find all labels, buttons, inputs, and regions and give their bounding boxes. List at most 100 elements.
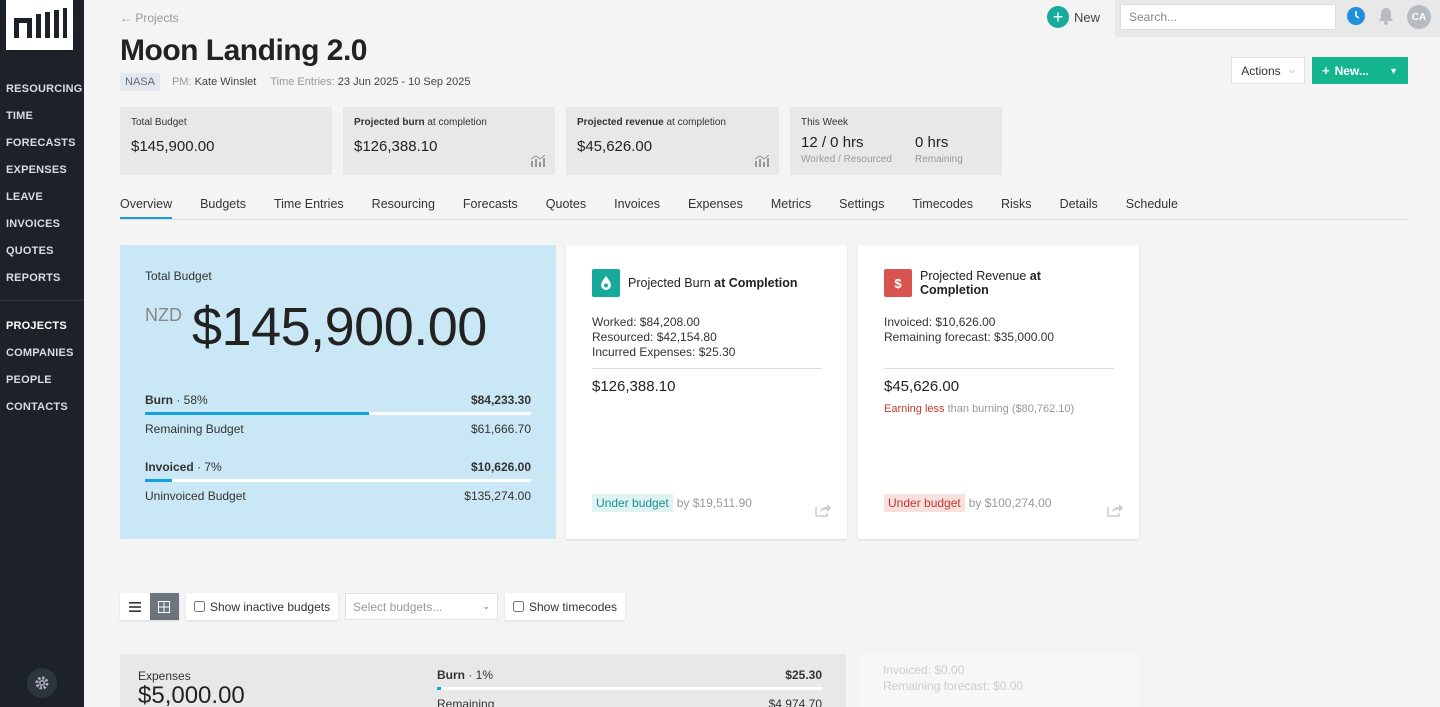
nav-item-reports[interactable]: REPORTS [0,265,84,292]
nav-item-resourcing[interactable]: RESOURCING [0,76,84,103]
show-inactive-budgets-toggle[interactable]: Show inactive budgets [186,593,339,620]
tab-timecodes[interactable]: Timecodes [912,197,973,219]
chevron-down-icon: ⌄ [482,601,490,611]
budget-amount: $145,900.00 [192,297,487,357]
expenses-revenue-card: Invoiced: $0.00 Remaining forecast: $0.0… [858,654,1139,707]
tile-this-week: This Week 12 / 0 hrs Worked / Resourced … [790,107,1002,175]
pm-name: Kate Winslet [194,76,257,88]
show-inactive-checkbox[interactable] [194,601,205,612]
tab-expenses[interactable]: Expenses [688,197,743,219]
expenses-burn-value: $25.30 [785,668,822,682]
tile-label: Projected revenue at completion [577,117,726,128]
show-timecodes-toggle[interactable]: Show timecodes [505,593,626,620]
currency-code: NZD [145,305,182,325]
time-entries-dates: 23 Jun 2025 - 10 Sep 2025 [337,76,471,88]
tab-budgets[interactable]: Budgets [200,197,246,219]
pm-label: PM: [171,76,192,88]
logo-icon [13,8,67,38]
timer-clock-icon[interactable] [1347,7,1365,25]
grid-view-button[interactable] [149,593,179,620]
nav-group-records: PROJECTS COMPANIES PEOPLE CONTACTS [0,313,84,421]
share-icon[interactable] [815,503,831,517]
tile-value: $45,626.00 [577,138,653,155]
show-timecodes-checkbox[interactable] [513,601,524,612]
tile-value: $126,388.10 [354,138,438,155]
app-logo[interactable] [6,0,73,50]
expenses-amount: $5,000.00 [138,682,245,707]
total-budget-card: Total Budget NZD $145,900.00 Burn · 58% … [120,245,556,539]
nav-item-projects[interactable]: PROJECTS [0,313,84,340]
remaining-budget-label: Remaining Budget [145,422,244,436]
share-icon[interactable] [1107,503,1123,517]
tab-forecasts[interactable]: Forecasts [463,197,518,219]
nav-item-invoices[interactable]: INVOICES [0,211,84,238]
tab-schedule[interactable]: Schedule [1126,197,1178,219]
client-badge[interactable]: NASA [120,73,160,91]
tab-resourcing[interactable]: Resourcing [372,197,435,219]
chart-icon[interactable] [755,155,769,167]
nav-item-time[interactable]: TIME [0,103,84,130]
nav-group-main: RESOURCING TIME FORECASTS EXPENSES LEAVE… [0,76,84,299]
status-badge: Under budget [592,494,673,512]
burn-progress-bar [145,412,531,415]
tab-invoices[interactable]: Invoices [614,197,660,219]
week-hours-sub: Worked / Resourced [801,154,892,165]
new-item-dropdown-button[interactable]: + New... ▼ [1312,57,1408,84]
nav-item-expenses[interactable]: EXPENSES [0,157,84,184]
status-badge: Under budget [884,494,965,512]
tile-projected-burn: Projected burn at completion $126,388.10 [343,107,555,175]
time-entries-range: Time Entries: 23 Jun 2025 - 10 Sep 2025 [270,76,470,88]
tab-metrics[interactable]: Metrics [771,197,811,219]
ghost-invoiced: Invoiced: $0.00 [883,663,965,677]
nav-item-forecasts[interactable]: FORECASTS [0,130,84,157]
settings-button[interactable] [27,668,57,698]
burn-resourced: Resourced: $42,154.80 [592,330,717,344]
dollar-icon: $ [884,269,912,297]
invoiced-progress-fill [145,479,173,482]
quick-new-button[interactable]: + New [1047,6,1100,28]
select-budgets-dropdown[interactable]: Select budgets... ⌄ [345,593,498,620]
nav-item-quotes[interactable]: QUOTES [0,238,84,265]
search-input[interactable] [1120,4,1336,30]
nav-item-contacts[interactable]: CONTACTS [0,394,84,421]
chevron-down-icon: ▼ [1389,65,1398,76]
projected-revenue-card: $ Projected Revenue at Completion Invoic… [858,245,1139,539]
actions-dropdown-button[interactable]: Actions ⌵ [1231,57,1305,84]
expenses-label: Expenses [138,669,191,683]
uninvoiced-budget-value: $135,274.00 [464,489,531,503]
nav-item-people[interactable]: PEOPLE [0,367,84,394]
user-avatar[interactable]: CA [1407,5,1431,29]
tab-details[interactable]: Details [1060,197,1098,219]
divider [884,368,1114,369]
tile-label: Projected burn at completion [354,117,487,128]
plus-icon: + [1047,6,1069,28]
back-to-projects-link[interactable]: ← Projects [120,11,179,25]
burn-value: $84,233.30 [470,393,531,407]
project-manager: PM: Kate Winslet [172,76,256,88]
tile-projected-revenue: Projected revenue at completion $45,626.… [566,107,779,175]
tab-overview[interactable]: Overview [120,197,173,219]
projected-burn-card: Projected Burn at Completion Worked: $84… [566,245,847,539]
tab-time-entries[interactable]: Time Entries [274,197,344,219]
chart-icon[interactable] [531,155,545,167]
burn-progress-fill [145,412,369,415]
new-item-label: New... [1334,63,1369,78]
tab-risks[interactable]: Risks [1001,197,1032,219]
grid-icon [158,600,171,613]
notifications-bell-icon[interactable] [1377,6,1395,31]
nav-item-companies[interactable]: COMPANIES [0,340,84,367]
uninvoiced-budget-label: Uninvoiced Budget [145,489,246,503]
plus-icon: + [1322,63,1330,78]
expenses-burn-fill [437,687,441,690]
remaining-budget-value: $61,666.70 [470,422,531,436]
nav-item-leave[interactable]: LEAVE [0,184,84,211]
time-entries-label: Time Entries: [270,76,335,88]
burn-worked: Worked: $84,208.00 [592,315,700,329]
ghost-remaining: Remaining forecast: $0.00 [883,679,1024,693]
actions-label: Actions [1241,63,1281,78]
show-timecodes-label: Show timecodes [529,599,618,614]
tab-settings[interactable]: Settings [839,197,884,219]
list-view-button[interactable] [120,593,150,620]
sidebar: RESOURCING TIME FORECASTS EXPENSES LEAVE… [0,0,84,707]
tab-quotes[interactable]: Quotes [546,197,586,219]
